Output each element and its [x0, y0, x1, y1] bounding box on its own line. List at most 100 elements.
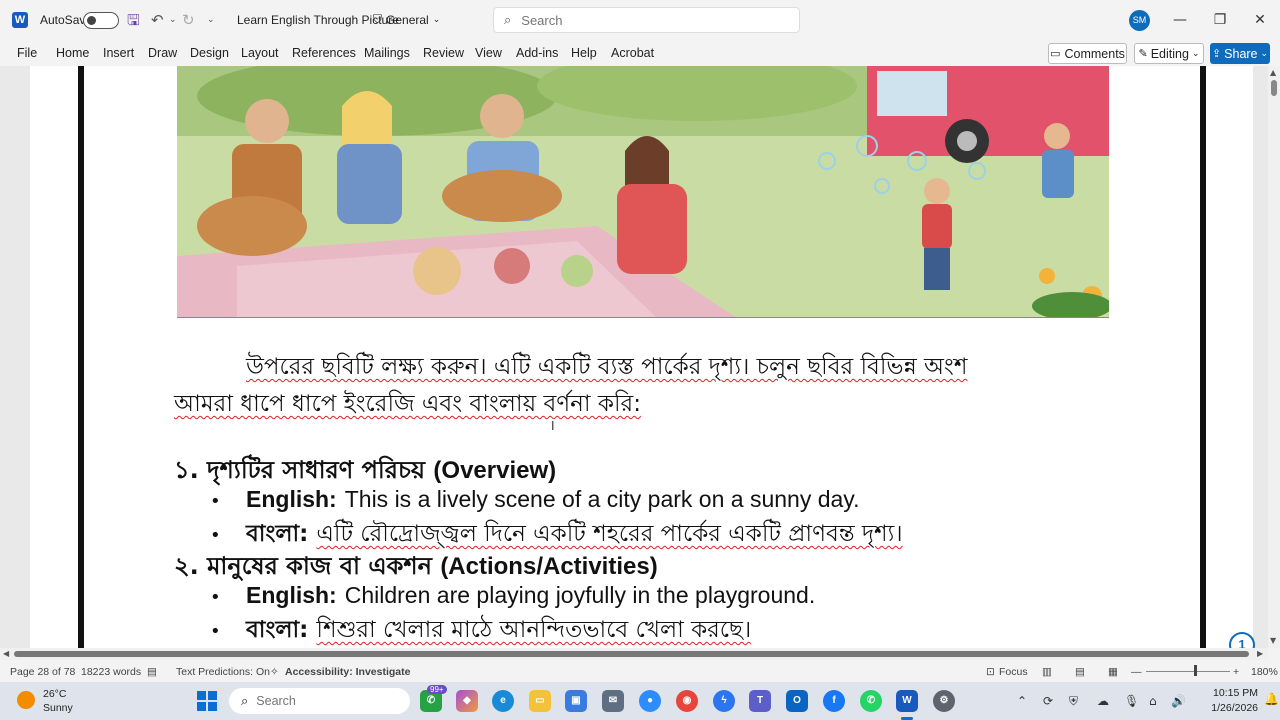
- document-area[interactable]: উপরের ছবিটি লক্ষ্য করুন। এটি একটি ব্যস্ত…: [0, 66, 1268, 648]
- network-icon[interactable]: ⌂: [1149, 694, 1157, 708]
- sensitivity-label[interactable]: ⛉ General ⌄: [373, 12, 440, 27]
- english-text: This is a lively scene of a city park on…: [344, 486, 860, 512]
- search-input[interactable]: [521, 12, 772, 28]
- bangla-text: শিশুরা খেলার মাঠে আনন্দিতভাবে খেলা করছে।: [316, 617, 752, 643]
- focus-button[interactable]: Focus: [999, 666, 1028, 678]
- bullet-icon: •: [210, 621, 221, 642]
- volume-icon[interactable]: 🔊: [1171, 694, 1186, 708]
- tab-design[interactable]: Design: [190, 46, 229, 60]
- accessibility-status[interactable]: Accessibility: Investigate: [285, 666, 410, 678]
- tab-add-ins[interactable]: Add-ins: [516, 46, 558, 60]
- weather-description[interactable]: Sunny: [43, 702, 73, 714]
- tab-acrobat[interactable]: Acrobat: [611, 46, 654, 60]
- zoom-in-icon[interactable]: +: [1233, 666, 1239, 678]
- chevron-up-icon[interactable]: ⌃: [1017, 694, 1027, 708]
- focus-icon: ⊡: [986, 666, 995, 678]
- list-item[interactable]: • বাংলা: শিশুরা খেলার মাঠে আনন্দিতভাবে খ…: [210, 611, 751, 648]
- read-mode-icon[interactable]: ▥: [1042, 666, 1052, 678]
- settings-gear-icon[interactable]: ⚙: [933, 690, 955, 712]
- tab-draw[interactable]: Draw: [148, 46, 177, 60]
- tab-file[interactable]: File: [17, 46, 37, 60]
- intro-paragraph[interactable]: উপরের ছবিটি লক্ষ্য করুন। এটি একটি ব্যস্ত…: [174, 349, 1074, 423]
- sensitivity-text: General: [386, 12, 429, 27]
- security-icon[interactable]: ⛨: [1069, 694, 1078, 709]
- taskbar-search[interactable]: ⌕: [229, 688, 410, 714]
- horizontal-scrollbar[interactable]: ◀ ▶: [0, 648, 1268, 660]
- scroll-right-icon[interactable]: ▶: [1257, 649, 1263, 658]
- outlook-icon[interactable]: O: [786, 690, 808, 712]
- facebook-icon[interactable]: f: [823, 690, 845, 712]
- scroll-left-icon[interactable]: ◀: [3, 649, 9, 658]
- text-predictions-status[interactable]: Text Predictions: On: [176, 666, 270, 678]
- redo-icon[interactable]: ↻: [182, 10, 195, 30]
- park-scene-svg: [177, 66, 1109, 317]
- file-explorer-icon[interactable]: ▭: [529, 690, 551, 712]
- list-item[interactable]: • English: Children are playing joyfully…: [210, 582, 815, 609]
- tab-review[interactable]: Review: [423, 46, 464, 60]
- web-layout-icon[interactable]: ▦: [1108, 666, 1118, 678]
- park-scene-illustration[interactable]: [177, 66, 1109, 318]
- windows-start-icon[interactable]: [197, 691, 217, 711]
- close-button[interactable]: ✕: [1248, 8, 1272, 32]
- scroll-thumb[interactable]: [1271, 80, 1277, 96]
- tab-insert[interactable]: Insert: [103, 46, 134, 60]
- clock-date[interactable]: 1/26/2026: [1192, 702, 1258, 714]
- undo-icon[interactable]: ↶: [151, 10, 164, 30]
- zoom-out-icon[interactable]: —: [1131, 666, 1142, 678]
- customize-toolbar-icon[interactable]: ⌄: [207, 10, 215, 30]
- teams-icon[interactable]: T: [749, 690, 771, 712]
- clock-time[interactable]: 10:15 PM: [1202, 687, 1258, 699]
- editing-mode-button[interactable]: ✎ Editing ⌄: [1134, 43, 1204, 64]
- whatsapp-icon[interactable]: ✆: [860, 690, 882, 712]
- tab-home[interactable]: Home: [56, 46, 89, 60]
- share-icon: ⇪: [1211, 48, 1222, 60]
- search-box[interactable]: ⌕: [493, 7, 800, 33]
- scroll-thumb[interactable]: [14, 651, 1249, 657]
- scroll-down-icon[interactable]: ▼: [1270, 636, 1276, 645]
- word-taskbar-icon[interactable]: W: [896, 690, 918, 712]
- tab-help[interactable]: Help: [571, 46, 597, 60]
- zoom-slider-thumb[interactable]: [1194, 665, 1197, 676]
- minimize-button[interactable]: —: [1168, 8, 1192, 32]
- edge-icon[interactable]: e: [492, 690, 514, 712]
- autosave-toggle[interactable]: [83, 12, 119, 29]
- tab-mailings[interactable]: Mailings: [364, 46, 410, 60]
- document-page[interactable]: উপরের ছবিটি লক্ষ্য করুন। এটি একটি ব্যস্ত…: [30, 66, 1253, 648]
- zoom-slider[interactable]: [1146, 671, 1230, 672]
- zoom-app-icon[interactable]: ●: [639, 690, 661, 712]
- tab-view[interactable]: View: [475, 46, 502, 60]
- zoom-level[interactable]: 180%: [1251, 666, 1278, 678]
- tab-layout[interactable]: Layout: [241, 46, 279, 60]
- save-icon[interactable]: 🖫: [127, 10, 140, 30]
- paragraph-line-1: উপরের ছবিটি লক্ষ্য করুন। এটি একটি ব্যস্ত…: [246, 354, 968, 380]
- heading-bangla: ১. দৃশ্যটির সাধারণ পরিচয়: [174, 456, 426, 484]
- copilot-icon[interactable]: ◆: [456, 690, 478, 712]
- word-logo-icon: W: [12, 12, 28, 28]
- sync-icon[interactable]: ⟳: [1043, 694, 1053, 708]
- page-count[interactable]: Page 28 of 78: [10, 666, 75, 678]
- taskbar-search-input[interactable]: [256, 694, 387, 708]
- chevron-down-icon: ⌄: [432, 14, 441, 24]
- cloud-icon[interactable]: ☁: [1097, 694, 1109, 708]
- sun-icon[interactable]: [17, 691, 35, 709]
- microphone-icon[interactable]: 🎙: [1124, 694, 1139, 708]
- proofing-icon[interactable]: ▤: [147, 666, 157, 678]
- vertical-scrollbar[interactable]: ▲ ▼: [1268, 66, 1280, 648]
- mail-icon[interactable]: ✉: [602, 690, 624, 712]
- maximize-button[interactable]: ❐: [1208, 8, 1232, 32]
- store-icon[interactable]: ▣: [565, 690, 587, 712]
- chrome-icon[interactable]: ◉: [676, 690, 698, 712]
- paragraph-line-2: আমরা ধাপে ধাপে ইংরেজি এবং বাংলায় বর্ণনা…: [174, 391, 641, 417]
- messenger-icon[interactable]: ϟ: [713, 690, 735, 712]
- scroll-up-icon[interactable]: ▲: [1270, 68, 1276, 77]
- share-button[interactable]: ⇪ Share ⌄: [1210, 43, 1270, 64]
- weather-temperature[interactable]: 26°C: [43, 688, 66, 700]
- word-count[interactable]: 18223 words: [81, 666, 141, 678]
- tab-references[interactable]: References: [292, 46, 356, 60]
- undo-dropdown-icon[interactable]: ⌄: [169, 10, 177, 30]
- comments-button[interactable]: ▭ Comments: [1048, 43, 1127, 64]
- notification-bell-icon[interactable]: 🔔: [1264, 692, 1279, 706]
- list-item[interactable]: • English: This is a lively scene of a c…: [210, 486, 860, 513]
- print-layout-icon[interactable]: ▤: [1075, 666, 1085, 678]
- avatar[interactable]: SM: [1129, 10, 1150, 31]
